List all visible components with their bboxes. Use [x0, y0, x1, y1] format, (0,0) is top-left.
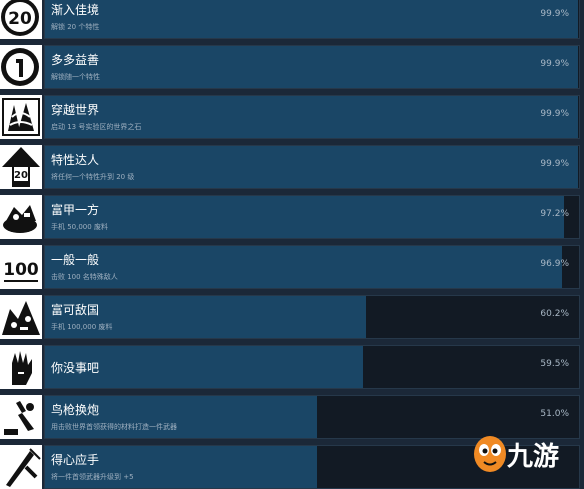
- achievement-title: 富甲一方: [51, 203, 100, 217]
- progress-bar: 一般一般 击败 100 名特殊敌人 96.9%: [44, 245, 580, 289]
- progress-fill: [45, 46, 579, 88]
- world-stone-icon: [0, 95, 42, 139]
- achievement-title: 特性达人: [51, 153, 100, 167]
- achievement-row[interactable]: 20 特性达人 将任何一个特性升到 20 级 99.9%: [0, 145, 584, 189]
- achievement-title: 得心应手: [51, 453, 100, 467]
- achievement-row[interactable]: 100 一般一般 击败 100 名特殊敌人 96.9%: [0, 245, 584, 289]
- achievement-percentage: 99.9%: [540, 9, 569, 19]
- achievement-row[interactable]: 富可敌国 手机 100,000 废料 60.2%: [0, 295, 584, 339]
- achievement-description: 解锁随一个特性: [51, 73, 100, 81]
- progress-bar: 富可敌国 手机 100,000 废料 60.2%: [44, 295, 580, 339]
- achievement-title: 一般一般: [51, 253, 100, 267]
- achievement-row[interactable]: 多多益善 解锁随一个特性 99.9%: [0, 45, 584, 89]
- achievement-description: 解锁 20 个特性: [51, 23, 100, 31]
- achievement-percentage: 51.0%: [540, 409, 569, 419]
- svg-text:20: 20: [14, 170, 28, 181]
- weapon-upgrade-icon: [0, 445, 42, 489]
- progress-bar: 你没事吧 59.5%: [44, 345, 580, 389]
- achievement-percentage: 99.9%: [540, 59, 569, 69]
- achievement-title: 鸟枪换炮: [51, 403, 100, 417]
- progress-bar: 渐入佳境 解锁 20 个特性 99.9%: [44, 0, 580, 39]
- arrow-20-icon: 20: [0, 145, 42, 189]
- watermark: 九游: [470, 420, 584, 487]
- junk-mountain-icon: [0, 295, 42, 339]
- progress-fill: [45, 246, 563, 288]
- svg-text:100: 100: [3, 260, 39, 280]
- nine-game-mascot-icon: [474, 436, 506, 472]
- achievement-row[interactable]: 富甲一方 手机 50,000 废料 97.2%: [0, 195, 584, 239]
- hand-icon: [0, 345, 42, 389]
- forge-icon: [0, 395, 42, 439]
- achievement-percentage: 99.9%: [540, 109, 569, 119]
- achievement-description: 启动 13 号实验区的世界之石: [51, 123, 142, 131]
- achievement-title: 穿越世界: [51, 103, 100, 117]
- progress-bar: 多多益善 解锁随一个特性 99.9%: [44, 45, 580, 89]
- progress-fill: [45, 196, 565, 238]
- achievement-description: 将任何一个特性升到 20 级: [51, 173, 135, 181]
- badge-100-icon: 100: [0, 245, 42, 289]
- achievement-row[interactable]: 穿越世界 启动 13 号实验区的世界之石 99.9%: [0, 95, 584, 139]
- junk-pile-icon: [0, 195, 42, 239]
- achievement-description: 手机 50,000 废料: [51, 223, 108, 231]
- achievement-percentage: 59.5%: [540, 359, 569, 369]
- achievement-percentage: 97.2%: [540, 209, 569, 219]
- watermark-text: 九游: [507, 442, 560, 472]
- achievement-description: 将一件首领武器升级到 +5: [51, 473, 134, 481]
- progress-bar: 特性达人 将任何一个特性升到 20 级 99.9%: [44, 145, 580, 189]
- badge-1-icon: [0, 45, 42, 89]
- badge-20-icon: 20: [0, 0, 42, 39]
- svg-text:20: 20: [8, 9, 32, 29]
- achievement-description: 用击败世界首领获得的材料打造一件武器: [51, 423, 177, 431]
- achievement-title: 渐入佳境: [51, 3, 100, 17]
- progress-fill: [45, 0, 579, 38]
- achievement-row[interactable]: 20 渐入佳境 解锁 20 个特性 99.9%: [0, 0, 584, 39]
- achievement-title: 富可敌国: [51, 303, 100, 317]
- achievement-description: 手机 100,000 废料: [51, 323, 113, 331]
- achievement-row[interactable]: 你没事吧 59.5%: [0, 345, 584, 389]
- progress-bar: 穿越世界 启动 13 号实验区的世界之石 99.9%: [44, 95, 580, 139]
- achievement-percentage: 99.9%: [540, 159, 569, 169]
- achievement-percentage: 60.2%: [540, 309, 569, 319]
- achievement-list: 20 渐入佳境 解锁 20 个特性 99.9% 多多益善 解锁随一个特性 99.…: [0, 0, 584, 489]
- achievement-percentage: 96.9%: [540, 259, 569, 269]
- progress-bar: 富甲一方 手机 50,000 废料 97.2%: [44, 195, 580, 239]
- achievement-title: 多多益善: [51, 53, 100, 67]
- achievement-title: 你没事吧: [51, 361, 100, 375]
- achievement-description: 击败 100 名特殊敌人: [51, 273, 118, 281]
